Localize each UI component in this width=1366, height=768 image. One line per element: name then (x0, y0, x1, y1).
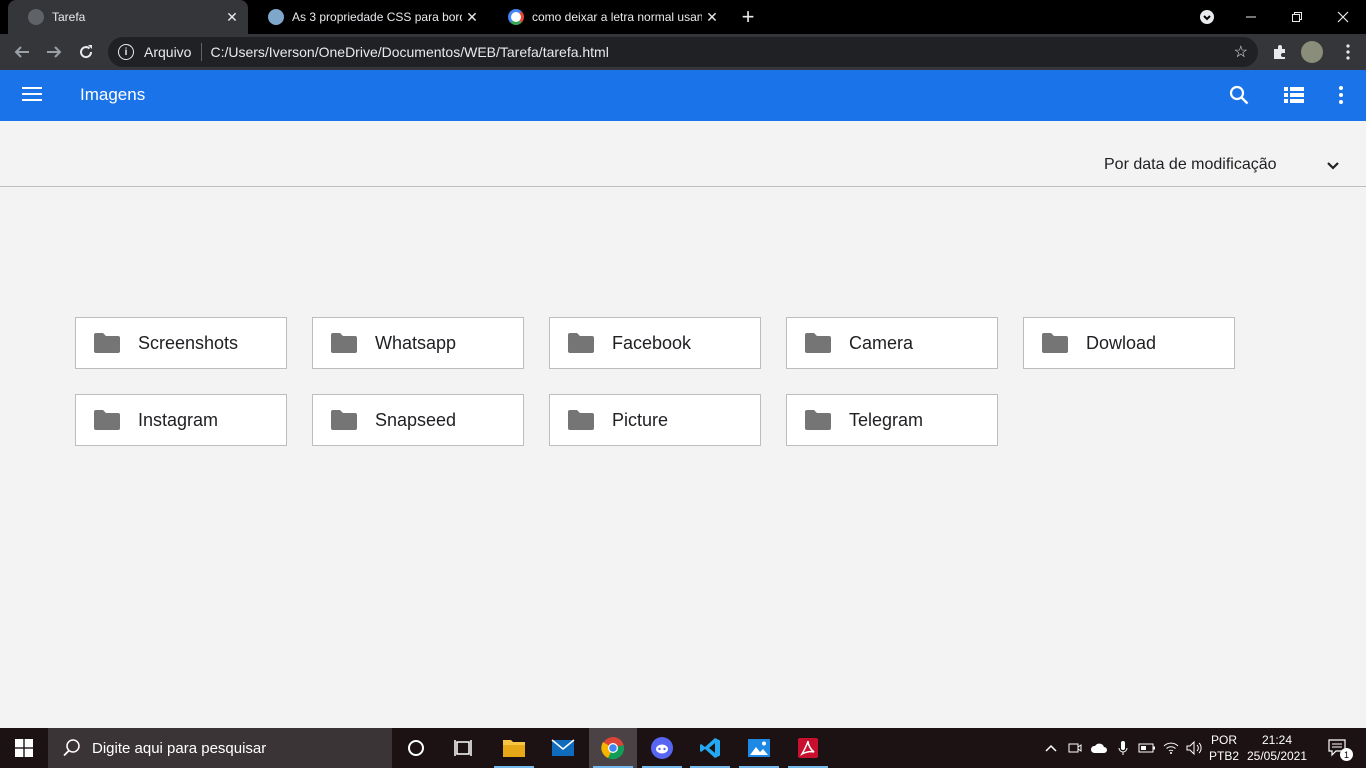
language-code: POR (1210, 733, 1237, 747)
folder-icon (568, 333, 594, 353)
task-view-icon[interactable] (440, 728, 488, 768)
back-icon[interactable] (8, 38, 36, 66)
folder-name: Telegram (849, 409, 924, 430)
windows-start-icon[interactable] (0, 728, 48, 768)
chevron-up-icon[interactable] (1040, 728, 1062, 768)
browser-tab-strip: Tarefa ✕ As 3 propriedade CSS para borda… (0, 0, 1366, 34)
tab-google-search[interactable]: como deixar a letra normal usand ✕ (488, 0, 728, 34)
bookmark-star-icon[interactable]: ☆ (1234, 42, 1248, 62)
battery-icon[interactable] (1136, 728, 1158, 768)
folder-name: Dowload (1086, 332, 1157, 353)
volume-icon[interactable] (1184, 728, 1206, 768)
folder-name: Whatsapp (375, 332, 457, 353)
folder-name: Picture (612, 409, 669, 430)
close-tab-icon[interactable]: ✕ (222, 7, 242, 27)
taskbar-search-placeholder: Digite aqui para pesquisar (92, 739, 267, 757)
browser-menu-icon[interactable] (1334, 38, 1362, 66)
wifi-icon[interactable] (1160, 728, 1182, 768)
more-options-icon[interactable] (1329, 83, 1353, 107)
notification-count-badge: 1 (1340, 748, 1353, 761)
folder-icon (805, 410, 831, 430)
tab-search-icon[interactable] (1184, 0, 1230, 34)
minimize-icon[interactable] (1228, 0, 1274, 34)
folder-icon (331, 410, 357, 430)
site-favicon-icon (268, 9, 284, 25)
folder-icon (1042, 333, 1068, 353)
globe-icon (28, 9, 44, 25)
address-scheme-label: Arquivo (144, 44, 192, 60)
search-icon (63, 739, 80, 757)
clock[interactable]: 21:24 25/05/2021 (1244, 732, 1310, 764)
new-tab-button[interactable]: + (736, 4, 760, 29)
folder-item[interactable]: Instagram (75, 394, 287, 446)
page-title: Imagens (80, 85, 146, 104)
meet-now-icon[interactable] (1064, 728, 1086, 768)
address-url[interactable]: C:/Users/Iverson/OneDrive/Documentos/WEB… (210, 44, 608, 60)
folder-name: Instagram (138, 409, 219, 430)
sort-bar: Por data de modificação (0, 121, 1366, 187)
taskbar-search-input[interactable]: Digite aqui para pesquisar (48, 728, 392, 768)
tab-css-borda[interactable]: As 3 propriedade CSS para borda ✕ (248, 0, 488, 34)
folder-icon (805, 333, 831, 353)
folder-icon (94, 410, 120, 430)
close-tab-icon[interactable]: ✕ (702, 7, 722, 27)
hamburger-menu-icon[interactable] (22, 85, 42, 105)
clock-time: 21:24 (1261, 733, 1293, 747)
browser-toolbar: i Arquivo C:/Users/Iverson/OneDrive/Docu… (0, 34, 1366, 70)
vscode-icon[interactable] (686, 728, 734, 768)
app-bar: Imagens (0, 70, 1366, 121)
tab-title: como deixar a letra normal usand (532, 10, 702, 24)
folder-item[interactable]: Snapseed (312, 394, 524, 446)
tab-tarefa[interactable]: Tarefa ✕ (8, 0, 248, 34)
profile-avatar[interactable] (1298, 38, 1326, 66)
folder-icon (94, 333, 120, 353)
mail-icon[interactable] (539, 728, 587, 768)
folder-icon (568, 410, 594, 430)
extensions-icon[interactable] (1266, 38, 1294, 66)
folder-icon (331, 333, 357, 353)
language-indicator[interactable]: POR PTB2 (1208, 732, 1240, 764)
discord-icon[interactable] (638, 728, 686, 768)
folder-name: Camera (849, 332, 914, 353)
tab-title: As 3 propriedade CSS para borda (292, 10, 462, 24)
notifications-icon[interactable]: 1 (1318, 728, 1358, 768)
close-window-icon[interactable] (1320, 0, 1366, 34)
folder-item[interactable]: Screenshots (75, 317, 287, 369)
cortana-icon[interactable] (392, 728, 440, 768)
folder-name: Facebook (612, 332, 692, 353)
forward-icon[interactable] (40, 38, 68, 66)
onedrive-icon[interactable] (1088, 728, 1110, 768)
clock-date: 25/05/2021 (1246, 749, 1308, 763)
keyboard-layout: PTB2 (1208, 749, 1239, 763)
file-explorer-icon[interactable] (490, 728, 538, 768)
windows-taskbar: Digite aqui para pesquisar POR PTB2 21:2… (0, 728, 1366, 768)
reload-icon[interactable] (72, 38, 100, 66)
folder-item[interactable]: Picture (549, 394, 761, 446)
folder-item[interactable]: Telegram (786, 394, 998, 446)
acrobat-icon[interactable] (784, 728, 832, 768)
google-icon (508, 9, 524, 25)
microphone-icon[interactable] (1112, 728, 1134, 768)
chrome-icon[interactable] (589, 728, 637, 768)
address-bar[interactable]: i Arquivo C:/Users/Iverson/OneDrive/Docu… (108, 37, 1258, 67)
address-separator (201, 43, 203, 61)
photos-icon[interactable] (735, 728, 783, 768)
tab-title: Tarefa (52, 10, 86, 24)
info-icon[interactable]: i (118, 44, 134, 60)
folder-item[interactable]: Facebook (549, 317, 761, 369)
chevron-down-icon[interactable] (1325, 158, 1341, 174)
search-icon[interactable] (1227, 83, 1251, 107)
restore-icon[interactable] (1274, 0, 1320, 34)
folder-item[interactable]: Camera (786, 317, 998, 369)
close-tab-icon[interactable]: ✕ (462, 7, 482, 27)
folder-item[interactable]: Dowload (1023, 317, 1235, 369)
sort-dropdown[interactable]: Por data de modificação (1104, 156, 1277, 174)
folder-name: Snapseed (375, 409, 457, 430)
folder-name: Screenshots (138, 332, 239, 353)
folder-item[interactable]: Whatsapp (312, 317, 524, 369)
list-view-icon[interactable] (1282, 83, 1306, 107)
